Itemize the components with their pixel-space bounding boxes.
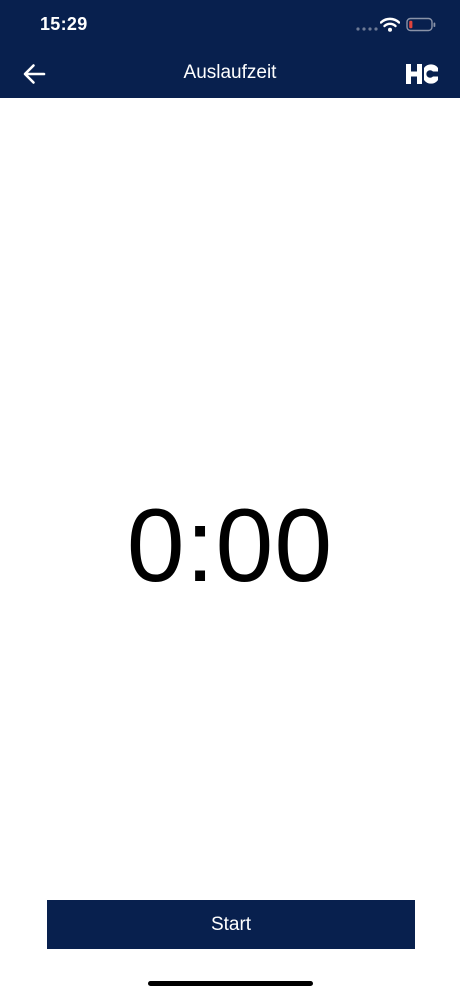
arrow-left-icon <box>23 64 46 84</box>
timer-display: 0:00 <box>126 488 334 604</box>
status-time: 15:29 <box>40 14 88 34</box>
signal-icon <box>356 27 378 31</box>
home-indicator[interactable] <box>148 981 313 986</box>
status-bar: 15:29 <box>0 0 460 50</box>
start-button[interactable]: Start <box>47 900 415 949</box>
wifi-icon <box>380 17 400 32</box>
back-button[interactable] <box>16 58 52 90</box>
navigation-bar: Auslaufzeit <box>0 50 460 98</box>
hc-logo-icon <box>406 64 438 84</box>
app-header: 15:29 Auslaufzeit <box>0 0 460 98</box>
battery-low-icon <box>406 17 436 32</box>
page-title: Auslaufzeit <box>183 62 277 83</box>
